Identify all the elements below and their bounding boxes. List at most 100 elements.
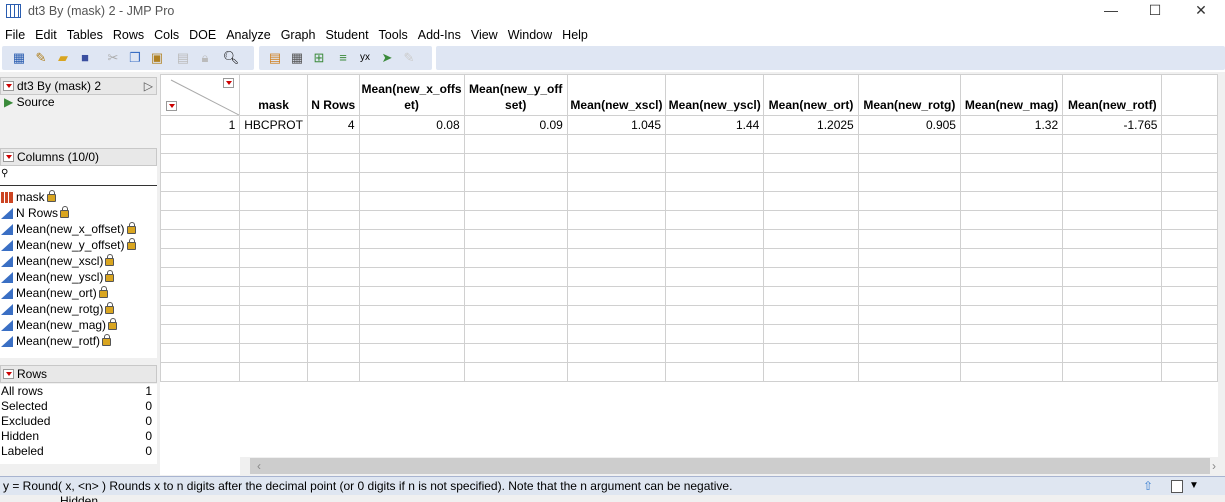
source-script[interactable]: ▶ Source <box>0 95 157 110</box>
table-cell[interactable] <box>763 362 859 382</box>
table-cell[interactable] <box>1161 210 1218 230</box>
table-cell[interactable] <box>358 343 465 363</box>
table-row[interactable] <box>160 153 1218 173</box>
table-cell[interactable] <box>358 229 465 249</box>
table-cell[interactable] <box>306 210 360 230</box>
row-number[interactable] <box>160 248 241 268</box>
table-cell[interactable] <box>358 134 465 154</box>
table-cell[interactable] <box>1062 267 1163 287</box>
table-cell[interactable] <box>566 267 667 287</box>
column-header[interactable]: Mean(new_y_offset) <box>463 74 568 116</box>
table-cell[interactable] <box>566 286 667 306</box>
table-row[interactable] <box>160 324 1218 344</box>
column-header[interactable]: Mean(new_rotg) <box>857 74 961 116</box>
table-cell[interactable] <box>239 248 308 268</box>
table-cell[interactable]: HBCPROT <box>239 115 308 135</box>
table-cell[interactable] <box>959 267 1064 287</box>
table-cell[interactable]: 0.09 <box>463 115 568 135</box>
window-list-icon[interactable] <box>1171 480 1183 493</box>
column-item[interactable]: Mean(new_ort) <box>0 285 157 301</box>
table-cell[interactable]: 0.08 <box>358 115 465 135</box>
table-cell[interactable] <box>1062 210 1163 230</box>
menu-file[interactable]: File <box>4 24 31 44</box>
table-cell[interactable] <box>306 267 360 287</box>
table-cell[interactable] <box>665 229 765 249</box>
table-cell[interactable] <box>358 267 465 287</box>
table-cell[interactable] <box>1062 153 1163 173</box>
table-cell[interactable] <box>306 286 360 306</box>
table-cell[interactable] <box>857 229 961 249</box>
table-cell[interactable] <box>959 324 1064 344</box>
table-cell[interactable] <box>1161 153 1218 173</box>
dropdown-icon[interactable]: ▼ <box>1189 477 1199 495</box>
collapse-icon[interactable]: ▷ <box>144 78 153 94</box>
table-cell[interactable] <box>665 210 765 230</box>
table-cell[interactable] <box>857 324 961 344</box>
table-cell[interactable] <box>358 153 465 173</box>
table-cell[interactable] <box>239 210 308 230</box>
graph-builder-icon[interactable]: ⊞ <box>310 49 328 66</box>
column-item[interactable]: Mean(new_rotf) <box>0 333 157 349</box>
table-cell[interactable] <box>959 362 1064 382</box>
table-cell[interactable] <box>1161 134 1218 154</box>
table-cell[interactable] <box>358 305 465 325</box>
scroll-right-icon[interactable]: › <box>1212 459 1216 473</box>
table-cell[interactable] <box>1062 343 1163 363</box>
table-cell[interactable] <box>239 191 308 211</box>
menu-edit[interactable]: Edit <box>34 24 63 44</box>
row-number[interactable] <box>160 324 241 344</box>
table-cell[interactable] <box>463 362 568 382</box>
table-cell[interactable] <box>1062 134 1163 154</box>
table-cell[interactable]: 1.2025 <box>763 115 859 135</box>
column-header[interactable]: Mean(new_mag) <box>959 74 1064 116</box>
table-cell[interactable] <box>959 229 1064 249</box>
table-cell[interactable] <box>239 267 308 287</box>
table-cell[interactable] <box>566 134 667 154</box>
table-row[interactable] <box>160 343 1218 363</box>
columns-red-triangle-icon[interactable] <box>223 78 234 88</box>
column-header[interactable]: Mean(new_xscl) <box>566 74 667 116</box>
table-cell[interactable] <box>1062 172 1163 192</box>
table-cell[interactable] <box>665 191 765 211</box>
table-row[interactable] <box>160 191 1218 211</box>
table-cell[interactable] <box>763 153 859 173</box>
table-cell[interactable] <box>959 191 1064 211</box>
distribution-icon[interactable]: ≡ <box>334 49 352 66</box>
table-cell[interactable] <box>959 172 1064 192</box>
column-item[interactable]: Mean(new_y_offset) <box>0 237 157 253</box>
menu-analyze[interactable]: Analyze <box>225 24 276 44</box>
table-cell[interactable] <box>763 286 859 306</box>
table-cell[interactable] <box>857 134 961 154</box>
table-row[interactable] <box>160 362 1218 382</box>
table-row[interactable] <box>160 248 1218 268</box>
table-cell[interactable] <box>959 343 1064 363</box>
table-cell[interactable] <box>463 248 568 268</box>
table-cell[interactable] <box>763 172 859 192</box>
table-cell[interactable] <box>1062 324 1163 344</box>
menu-tools[interactable]: Tools <box>378 24 414 44</box>
table-cell[interactable] <box>463 172 568 192</box>
table-row[interactable] <box>160 172 1218 192</box>
table-cell[interactable] <box>239 134 308 154</box>
table-cell[interactable] <box>463 343 568 363</box>
menu-window[interactable]: Window <box>507 24 558 44</box>
rows-selected[interactable]: Selected 0 <box>0 399 157 414</box>
rows-labeled[interactable]: Labeled 0 <box>0 444 157 459</box>
table-cell[interactable] <box>566 153 667 173</box>
menu-tables[interactable]: Tables <box>66 24 109 44</box>
rows-red-triangle-icon[interactable] <box>166 101 177 111</box>
table-cell[interactable] <box>306 324 360 344</box>
close-button[interactable]: ✕ <box>1186 2 1216 22</box>
row-number[interactable] <box>160 229 241 249</box>
column-item[interactable]: Mean(new_rotg) <box>0 301 157 317</box>
edit-icon[interactable]: ✎ <box>400 49 418 66</box>
column-header[interactable]: Mean(new_x_offset) <box>358 74 465 116</box>
menu-add-ins[interactable]: Add-Ins <box>417 24 467 44</box>
row-number[interactable] <box>160 362 241 382</box>
table-cell[interactable] <box>665 343 765 363</box>
table-cell[interactable] <box>566 229 667 249</box>
table-cell[interactable] <box>1062 248 1163 268</box>
table-cell[interactable] <box>306 153 360 173</box>
table-cell[interactable] <box>306 248 360 268</box>
table-cell[interactable] <box>463 324 568 344</box>
